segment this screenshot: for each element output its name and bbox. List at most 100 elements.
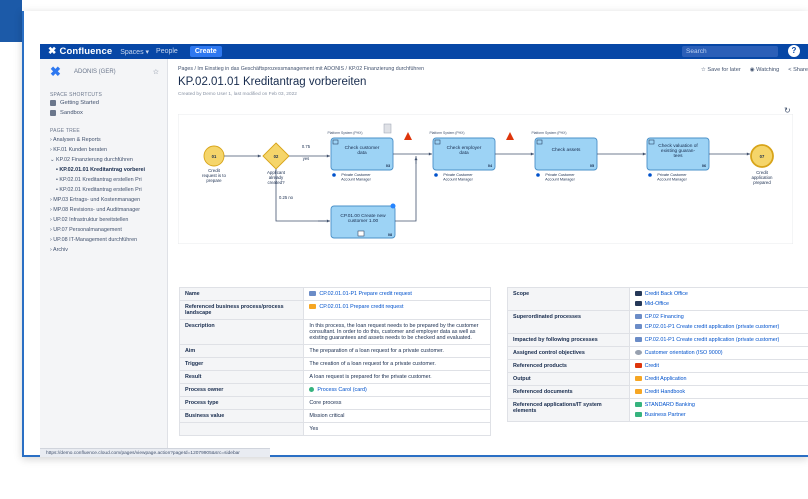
navy-object-icon xyxy=(634,301,642,307)
tree-item[interactable]: › KF.01 Kunden beraten xyxy=(40,145,167,155)
yes-label: yes xyxy=(303,156,310,161)
process-details-right: Scope Credit Back Office Mid-Office Superor… xyxy=(507,287,808,422)
attribute-name: Scope xyxy=(507,287,630,311)
reference-link[interactable]: Credit Handbook xyxy=(634,389,806,395)
tree-item[interactable]: › UP.07 Personalmanagement xyxy=(40,225,167,235)
attribute-value[interactable]: Process Carol (card) xyxy=(303,383,491,397)
role-icon xyxy=(434,173,438,177)
end-event-label: prepared xyxy=(753,180,771,185)
task-pool-label: Platform System (PHX) xyxy=(429,131,464,135)
reference-link[interactable]: Customer orientation (ISO 9000) xyxy=(634,350,806,356)
red-object-icon xyxy=(634,363,642,369)
task-id: 05 xyxy=(590,164,594,168)
document-icon[interactable] xyxy=(383,123,392,134)
attribute-name: Superordinated processes xyxy=(507,310,630,334)
person-object-icon xyxy=(309,387,315,393)
task-role: Private Customer xyxy=(545,173,575,177)
confluence-logo[interactable]: ✖ Confluence xyxy=(48,46,112,57)
no-edge-label: 0.25 no xyxy=(279,195,294,200)
reference-link[interactable]: Credit Back Office xyxy=(634,291,806,297)
blue-object-icon xyxy=(634,324,642,330)
attribute-name: Output xyxy=(507,372,630,386)
tree-item[interactable]: ⌄ KP.02 Finanzierung durchführen xyxy=(40,155,167,165)
tree-item[interactable]: › MP.08 Revisions- und Auditmanager xyxy=(40,205,167,215)
create-button[interactable]: Create xyxy=(189,46,222,57)
tree-item[interactable]: • KP.02.01.01 Kreditantrag vorberei xyxy=(40,165,167,175)
tree-item[interactable]: › Archiv xyxy=(40,245,167,255)
help-icon[interactable]: ? xyxy=(788,45,800,57)
attribute-value: Credit xyxy=(628,359,808,373)
gateway-id: 02 xyxy=(274,154,279,159)
page-tree: › Analysen & Reports › KF.01 Kunden berat… xyxy=(40,135,167,255)
reference-label: Business Partner xyxy=(644,412,686,418)
reference-link[interactable]: CP.02 Financing xyxy=(634,314,806,320)
attribute-value: Mission critical xyxy=(303,409,491,423)
attribute-name: Referenced applications/IT system elemen… xyxy=(507,398,630,422)
role-icon xyxy=(332,173,336,177)
nav-people[interactable]: People xyxy=(156,48,178,56)
reference-link[interactable]: Credit xyxy=(634,363,806,369)
shortcut-sandbox[interactable]: Sandbox xyxy=(40,108,167,118)
attribute-name: Name xyxy=(178,287,305,301)
watching-button[interactable]: ◉ Watching xyxy=(750,67,780,73)
reference-link[interactable]: Mid-Office xyxy=(634,301,806,307)
tree-item[interactable]: › UP.08 IT-Management durchführen xyxy=(40,235,167,245)
reference-link[interactable]: Business Partner xyxy=(634,412,806,418)
page-content: Pages / Im Einstieg in das Geschäftsproz… xyxy=(168,59,808,457)
task-role: Private Customer xyxy=(443,173,473,177)
table-row: Impacted by following processes CP.02.01-… xyxy=(507,333,808,347)
process-diagram: 01Creditrequest is toprepare02Applicanta… xyxy=(178,114,793,244)
task-box[interactable] xyxy=(534,137,598,171)
green-object-icon xyxy=(634,402,642,408)
attribute-value[interactable]: CP.02.01.01-P1 Prepare credit request xyxy=(303,287,491,301)
table-row: Name CP.02.01.01-P1 Prepare credit reques… xyxy=(178,287,491,301)
reference-link[interactable]: STANDARD Banking xyxy=(634,402,806,408)
table-row: Superordinated processes CP.02 Financing C… xyxy=(507,310,808,334)
value-text: Mission critical xyxy=(309,413,345,419)
reference-label: STANDARD Banking xyxy=(644,402,695,408)
task-name: data xyxy=(357,150,367,156)
save-for-later-button[interactable]: ☆ Save for later xyxy=(701,67,741,73)
reference-link[interactable]: Credit Application xyxy=(634,376,806,382)
value-link[interactable]: CP.02.01.01 Prepare credit request xyxy=(319,304,403,310)
value-text: The preparation of a loan request for a … xyxy=(309,348,444,354)
attribute-name: Referenced products xyxy=(507,359,630,373)
breadcrumb[interactable]: Pages / Im Einstieg in das Geschäftsproz… xyxy=(178,66,424,72)
confluence-logo-label: Confluence xyxy=(59,46,113,57)
value-link[interactable]: Process Carol (card) xyxy=(317,387,366,393)
task-role: Account Manager xyxy=(341,177,371,181)
attribute-value: Credit Handbook xyxy=(628,385,808,399)
share-button[interactable]: < Share xyxy=(788,67,808,73)
topbar-nav: Spaces ▾ People xyxy=(120,48,178,56)
table-row: Scope Credit Back Office Mid-Office xyxy=(507,287,808,311)
task-name: Check assets xyxy=(552,147,581,153)
tree-item[interactable]: • KP.02.01 Kreditantrag erstellen Pri xyxy=(40,175,167,185)
shortcut-getting-started[interactable]: Getting Started xyxy=(40,98,167,108)
blue-object-icon xyxy=(309,291,317,297)
space-header[interactable]: ✖ ADONIS (GER) ☆ xyxy=(40,59,167,82)
tree-item[interactable]: › UP.02 Infrastruktur bereitstellen xyxy=(40,215,167,225)
attribute-name: Process type xyxy=(178,396,305,410)
tree-item[interactable]: › Analysen & Reports xyxy=(40,135,167,145)
task-name: data xyxy=(459,150,469,156)
confluence-x-icon: ✖ xyxy=(48,46,57,57)
reference-link[interactable]: CP.02.01-P1 Create credit application (p… xyxy=(634,337,806,343)
orange-object-icon xyxy=(309,304,317,310)
reference-label: Credit xyxy=(644,363,659,369)
info-icon[interactable] xyxy=(390,203,396,209)
star-icon[interactable]: ☆ xyxy=(153,68,159,76)
start-event-id: 01 xyxy=(212,154,217,159)
attribute-name: Description xyxy=(178,319,305,345)
search-input[interactable]: Search xyxy=(682,46,778,57)
shortcut-label: Sandbox xyxy=(60,110,83,116)
reference-link[interactable]: CP.02.01-P1 Create credit application (p… xyxy=(634,324,806,330)
value-link[interactable]: CP.02.01.01-P1 Prepare credit request xyxy=(319,291,412,297)
value-text: Core process xyxy=(309,400,342,406)
attribute-value[interactable]: CP.02.01.01 Prepare credit request xyxy=(303,300,491,320)
table-row: Process type Core process xyxy=(178,396,491,410)
task-name: tees xyxy=(673,153,683,159)
tree-item[interactable]: • KP.02.01 Kreditantrag erstellen Pri xyxy=(40,185,167,195)
page-icon xyxy=(50,110,56,116)
nav-spaces[interactable]: Spaces ▾ xyxy=(120,48,149,56)
tree-item[interactable]: › MP.03 Ertrags- und Kostenmanagen xyxy=(40,195,167,205)
